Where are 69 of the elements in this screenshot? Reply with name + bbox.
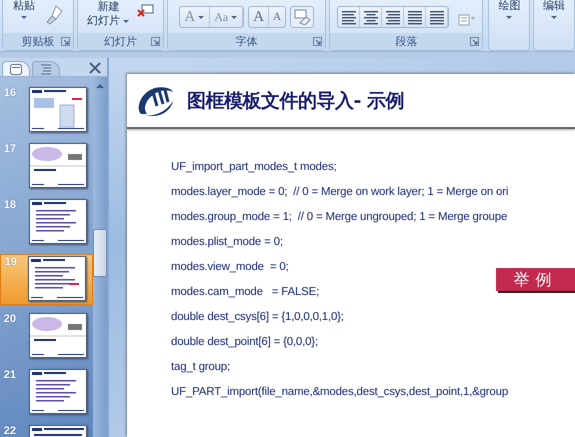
slide-thumbnail[interactable] — [28, 256, 86, 301]
slide-number: 22 — [2, 425, 16, 437]
slide-thumbnail[interactable] — [29, 87, 87, 132]
slide-thumbnail-item[interactable]: 22 — [0, 424, 93, 437]
align-left-icon — [340, 10, 357, 24]
dialog-launcher-icon — [313, 37, 322, 46]
slide-icon — [10, 64, 22, 74]
code-line: modes.view_mode = 0; — [171, 260, 290, 275]
code-line: double dest_point[6] = {0,0,0}; — [171, 335, 319, 350]
align-center-icon — [362, 10, 379, 24]
slides-tab[interactable] — [2, 61, 30, 76]
scroll-up-icon — [95, 83, 105, 89]
code-line: UF_import_part_modes_t modes; — [171, 160, 338, 175]
group-label: 幻灯片 — [104, 35, 137, 49]
grow-font-button[interactable]: A — [249, 7, 270, 27]
code-line: modes.plist_mode = 0; — [171, 235, 284, 250]
code-line: modes.cam_mode = FALSE; — [171, 285, 320, 300]
dialog-launcher-icon — [151, 37, 160, 46]
caret-icon — [122, 18, 130, 24]
slide-thumbnail[interactable] — [29, 313, 87, 358]
example-badge: 举例 — [496, 268, 575, 291]
code-line: modes.layer_mode = 0; // 0 = Merge on work layer; 1 = Merge on ori — [171, 185, 510, 200]
group-label: 剪贴板 — [21, 34, 54, 49]
scrollbar[interactable] — [93, 77, 107, 437]
caret-icon — [505, 15, 514, 20]
justify-icon — [406, 10, 423, 24]
clear-format-button[interactable] — [290, 6, 314, 28]
slide-number: 16 — [2, 87, 16, 99]
slide-number: 20 — [2, 313, 16, 325]
dialog-launcher-icon — [60, 37, 70, 46]
font-color-button[interactable]: A — [180, 7, 210, 27]
slide-number: 19 — [4, 256, 17, 268]
close-icon — [89, 62, 101, 74]
slide-number: 18 — [2, 199, 16, 211]
caret-icon — [230, 14, 238, 20]
code-line: tag_t group; — [171, 360, 231, 375]
slide-number: 21 — [2, 369, 16, 381]
slide-thumbnail[interactable] — [29, 143, 87, 188]
paste-button[interactable]: 粘贴 — [10, 0, 37, 20]
new-slide-button[interactable]: 新建 — [97, 0, 120, 14]
caret-icon — [197, 14, 206, 20]
drawing-button[interactable]: 绘图 — [496, 0, 522, 20]
slide-thumbnail-item[interactable]: 21 — [0, 368, 93, 417]
scroll-thumb[interactable] — [93, 229, 107, 277]
slide-thumbnail-item[interactable]: 18 — [0, 198, 93, 247]
shrink-font-button[interactable]: A — [269, 7, 286, 27]
code-line: modes.group_mode = 1; // 0 = Merge ungrouped; 1 = Merge groupe — [171, 210, 508, 225]
align-right-icon — [384, 10, 401, 24]
slide-thumbnail[interactable] — [29, 199, 87, 244]
dialog-launcher-icon — [470, 37, 480, 46]
group-label: 段落 — [395, 35, 418, 49]
slide-thumbnail-item[interactable]: 20 — [0, 312, 93, 361]
outline-tab[interactable] — [32, 61, 60, 76]
slide-title: 图框模板文件的导入- 示例 — [187, 88, 404, 114]
group-label: 字体 — [236, 34, 258, 49]
slide-thumbnail[interactable] — [29, 369, 87, 414]
slide-layout-button[interactable]: 幻灯片 — [86, 14, 130, 28]
outline-icon — [40, 64, 52, 74]
code-line: double dest_csys[6] = {1,0,0,0,1,0}; — [171, 310, 345, 325]
slide-number: 17 — [2, 143, 16, 155]
editing-button[interactable]: 编辑 — [541, 0, 568, 20]
change-case-button[interactable]: Aa — [210, 7, 244, 27]
slide-thumbnail-item[interactable]: 16 — [0, 86, 93, 135]
caret-icon — [550, 15, 558, 20]
caret-icon — [20, 15, 28, 20]
eraser-icon — [293, 9, 312, 25]
code-line: UF_PART_import(file_name,&modes,dest_csys,dest_point,1,&group — [171, 385, 510, 400]
distributed-icon — [428, 10, 445, 24]
slide-thumbnail-item[interactable]: 17 — [0, 142, 93, 191]
